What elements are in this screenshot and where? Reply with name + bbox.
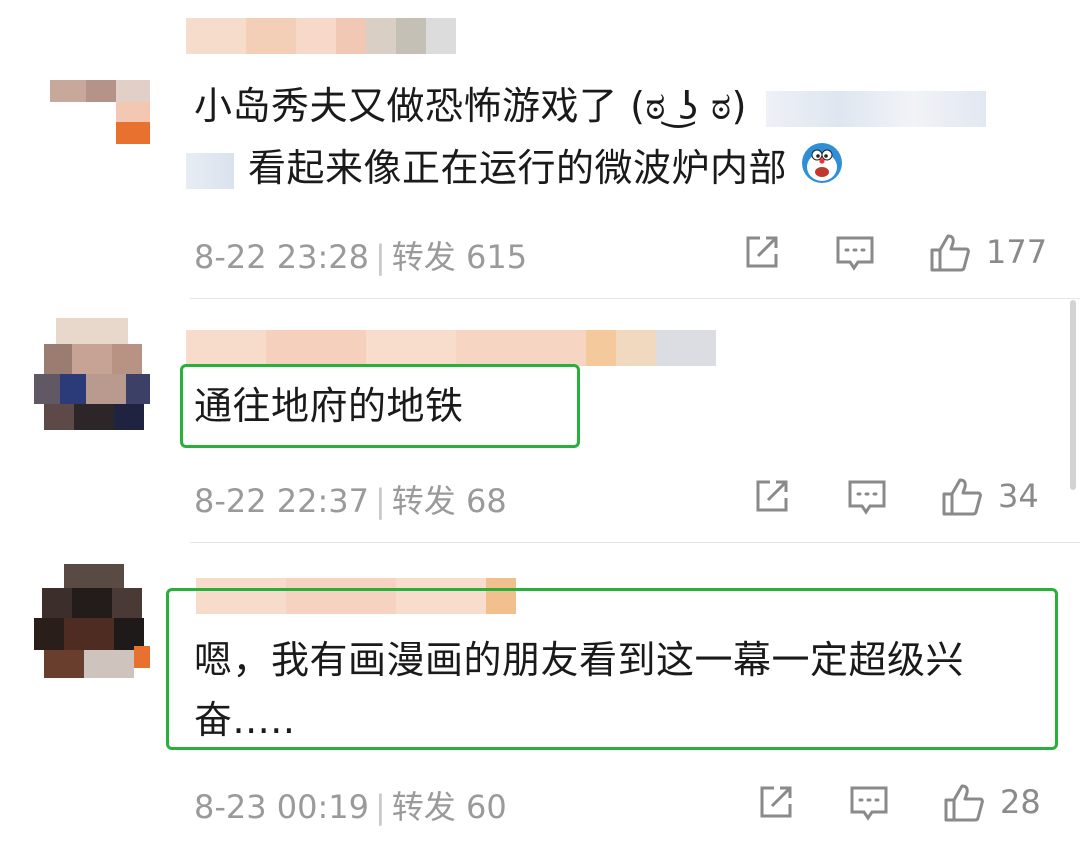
- divider: [190, 298, 1080, 299]
- repost-count: 68: [465, 482, 507, 520]
- share-button[interactable]: [756, 782, 796, 822]
- share-icon: [760, 786, 792, 818]
- thumbs-up-icon: [942, 478, 982, 516]
- like-count: 28: [1000, 783, 1041, 821]
- mention-blurred[interactable]: [765, 90, 986, 127]
- username-blurred[interactable]: [186, 330, 716, 366]
- avatar[interactable]: [40, 40, 156, 156]
- doraemon-icon: [800, 141, 844, 200]
- comment-meta: 8-23 00:19 | 转发 60: [194, 782, 507, 828]
- repost-label[interactable]: 转发: [392, 238, 456, 276]
- comment-text: 小岛秀夫又做恐怖游戏了 (ಠ ͜ʖ ಠ): [194, 78, 986, 134]
- comment-button[interactable]: [848, 782, 890, 824]
- username-blurred[interactable]: [186, 18, 456, 54]
- thumbs-up-icon: [944, 784, 984, 822]
- avatar[interactable]: [34, 564, 150, 680]
- like-count: 177: [986, 233, 1048, 271]
- comment-icon: [836, 236, 874, 271]
- comment-button[interactable]: [834, 232, 876, 274]
- timestamp: 8-23 00:19: [194, 788, 370, 826]
- share-button[interactable]: [742, 232, 782, 272]
- comment-text: 通往地府的地铁: [194, 384, 464, 428]
- comment-text-line2: 看起来像正在运行的微波炉内部: [248, 146, 788, 190]
- like-button[interactable]: 34: [940, 474, 1039, 518]
- avatar[interactable]: [34, 318, 150, 434]
- timestamp: 8-22 22:37: [194, 482, 370, 520]
- share-icon: [756, 480, 788, 512]
- divider: [190, 542, 1080, 543]
- share-icon: [746, 236, 778, 268]
- repost-count: 615: [465, 238, 528, 276]
- comment-text-line1: 嗯，我有画漫画的朋友看到这一幕一定超级兴: [194, 638, 965, 682]
- comment-text-line2: 奋.....: [194, 698, 296, 742]
- like-button[interactable]: 28: [942, 780, 1041, 824]
- like-button[interactable]: 177: [928, 230, 1047, 274]
- repost-count: 60: [465, 788, 507, 826]
- repost-label[interactable]: 转发: [392, 788, 456, 826]
- timestamp: 8-22 23:28: [194, 238, 370, 276]
- meta-separator: |: [375, 482, 386, 520]
- comment-meta: 8-22 23:28 | 转发 615: [194, 232, 527, 278]
- meta-separator: |: [375, 238, 386, 276]
- comment-button[interactable]: [846, 476, 888, 518]
- meta-separator: |: [375, 788, 386, 826]
- comment-text-line1: 小岛秀夫又做恐怖游戏了 (ಠ ͜ʖ ಠ): [194, 84, 747, 128]
- comment-icon: [850, 786, 888, 821]
- like-count: 34: [998, 477, 1039, 515]
- mention-blurred[interactable]: [186, 152, 234, 189]
- thumbs-up-icon: [930, 234, 970, 272]
- comment-meta: 8-22 22:37 | 转发 68: [194, 476, 507, 522]
- comment-text: 看起来像正在运行的微波炉内部: [186, 140, 844, 200]
- scrollbar[interactable]: [1070, 300, 1076, 490]
- repost-label[interactable]: 转发: [392, 482, 456, 520]
- comment-icon: [848, 480, 886, 515]
- share-button[interactable]: [752, 476, 792, 516]
